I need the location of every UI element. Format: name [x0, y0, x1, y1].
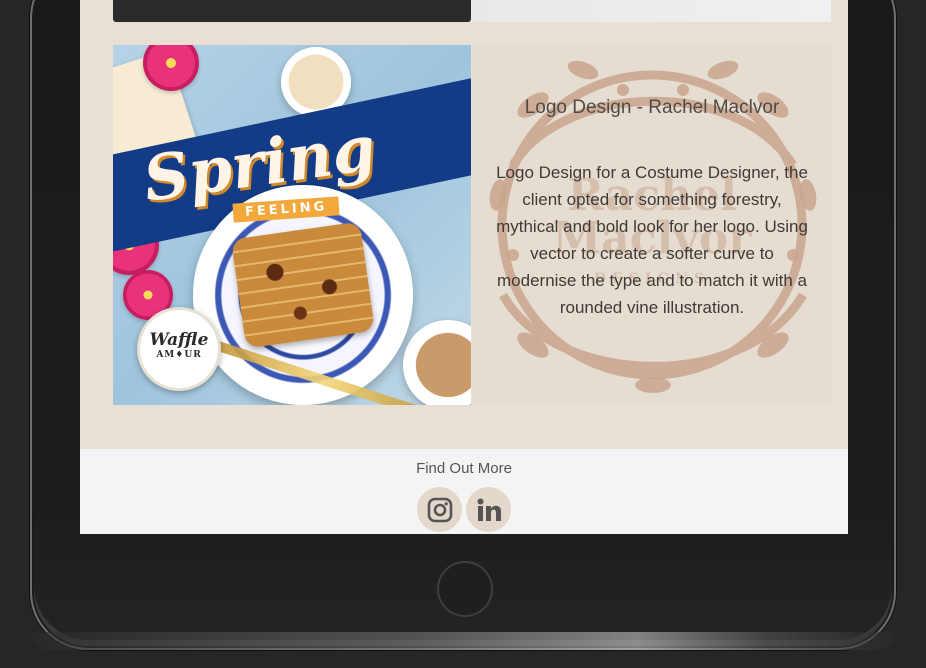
- spring-feeling-tile[interactable]: Spring FEELING Waffle AM♦UR: [113, 45, 471, 405]
- waffle: [230, 221, 376, 349]
- portfolio-gallery: Spring FEELING Waffle AM♦UR Rachel Maclv…: [113, 45, 831, 405]
- project-title: Logo Design - Rachel Maclvor: [524, 97, 780, 118]
- linkedin-icon: [477, 498, 501, 521]
- web-page: Spring FEELING Waffle AM♦UR Rachel Maclv…: [80, 0, 848, 534]
- instagram-icon: [427, 497, 452, 522]
- instagram-link[interactable]: [417, 487, 462, 532]
- home-button[interactable]: [437, 561, 493, 617]
- portfolio-tile-light[interactable]: [471, 0, 831, 22]
- previous-row-tiles: [113, 0, 831, 22]
- waffle-amour-logo: Waffle AM♦UR: [137, 307, 221, 391]
- logo-design-tile[interactable]: Rachel Maclvor DESIGNS Logo Design - Rac…: [473, 45, 831, 405]
- find-out-more-heading: Find Out More: [416, 460, 512, 477]
- linkedin-link[interactable]: [466, 487, 511, 532]
- portfolio-tile-dark[interactable]: [113, 0, 471, 22]
- project-description: Logo Design for a Costume Designer, the …: [496, 163, 808, 317]
- logo-word-amour: AM♦UR: [156, 350, 202, 360]
- social-links: [417, 487, 511, 532]
- logo-word-waffle: Waffle: [149, 330, 209, 350]
- footer: Find Out More: [80, 449, 848, 534]
